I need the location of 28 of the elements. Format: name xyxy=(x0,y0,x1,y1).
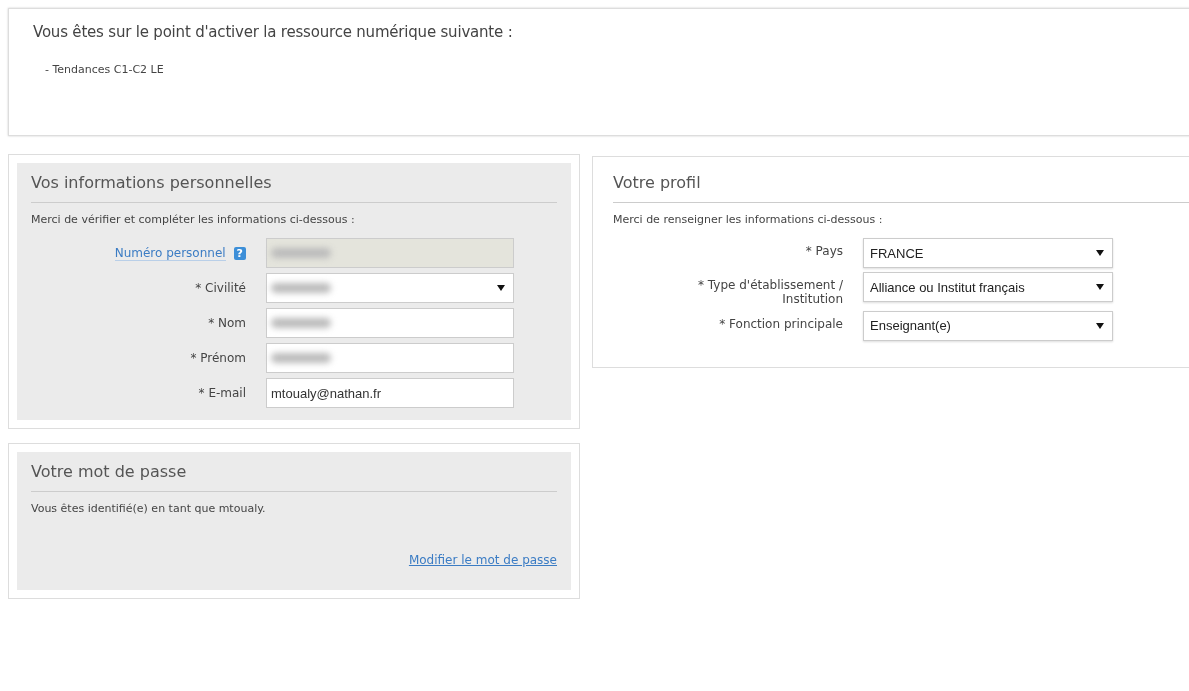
field-label: * Nom xyxy=(208,316,246,330)
field-label: * Pays xyxy=(804,243,843,259)
select-field[interactable]: Enseignant(e) xyxy=(863,310,1113,341)
field-label: * Fonction principale xyxy=(718,315,843,332)
identity-text: Vous êtes identifié(e) en tant que mtoualy. xyxy=(31,502,267,515)
intro-text: Vous êtes sur le point d'activer la ressource numérique suivante : xyxy=(33,23,514,41)
input-field[interactable] xyxy=(266,308,514,338)
input-field[interactable]: mtoualy@nathan.fr xyxy=(266,378,514,408)
select-field[interactable]: FRANCE xyxy=(863,238,1113,268)
field-label: * Civilité xyxy=(195,281,246,295)
change-password-link[interactable]: Modifier le mot de passe xyxy=(408,553,557,567)
instructions-text: Merci de vérifier et compléter les informations ci-dessous : xyxy=(31,213,356,226)
instructions-text: Merci de renseigner les informations ci-dessous : xyxy=(613,213,884,226)
field-label: * Prénom xyxy=(190,351,246,365)
field-value: mtoualy@nathan.fr xyxy=(271,385,382,401)
panel-title: Vos informations personnelles xyxy=(31,173,557,203)
caret-icon xyxy=(1096,284,1104,290)
field-label: * Type d'établissement / Institution xyxy=(697,277,843,307)
select-field[interactable]: Alliance ou Institut français xyxy=(863,272,1113,302)
field-label: * E-mail xyxy=(198,386,246,400)
panel-title: Votre mot de passe xyxy=(31,462,557,492)
panel-title: Votre profil xyxy=(613,173,1189,203)
caret-icon xyxy=(1096,322,1104,329)
select-field[interactable] xyxy=(266,273,514,303)
caret-icon xyxy=(497,285,505,291)
input-field[interactable] xyxy=(266,343,514,373)
caret-icon xyxy=(1096,250,1104,256)
resource-item: - Tendances C1-C2 LE xyxy=(45,63,165,76)
